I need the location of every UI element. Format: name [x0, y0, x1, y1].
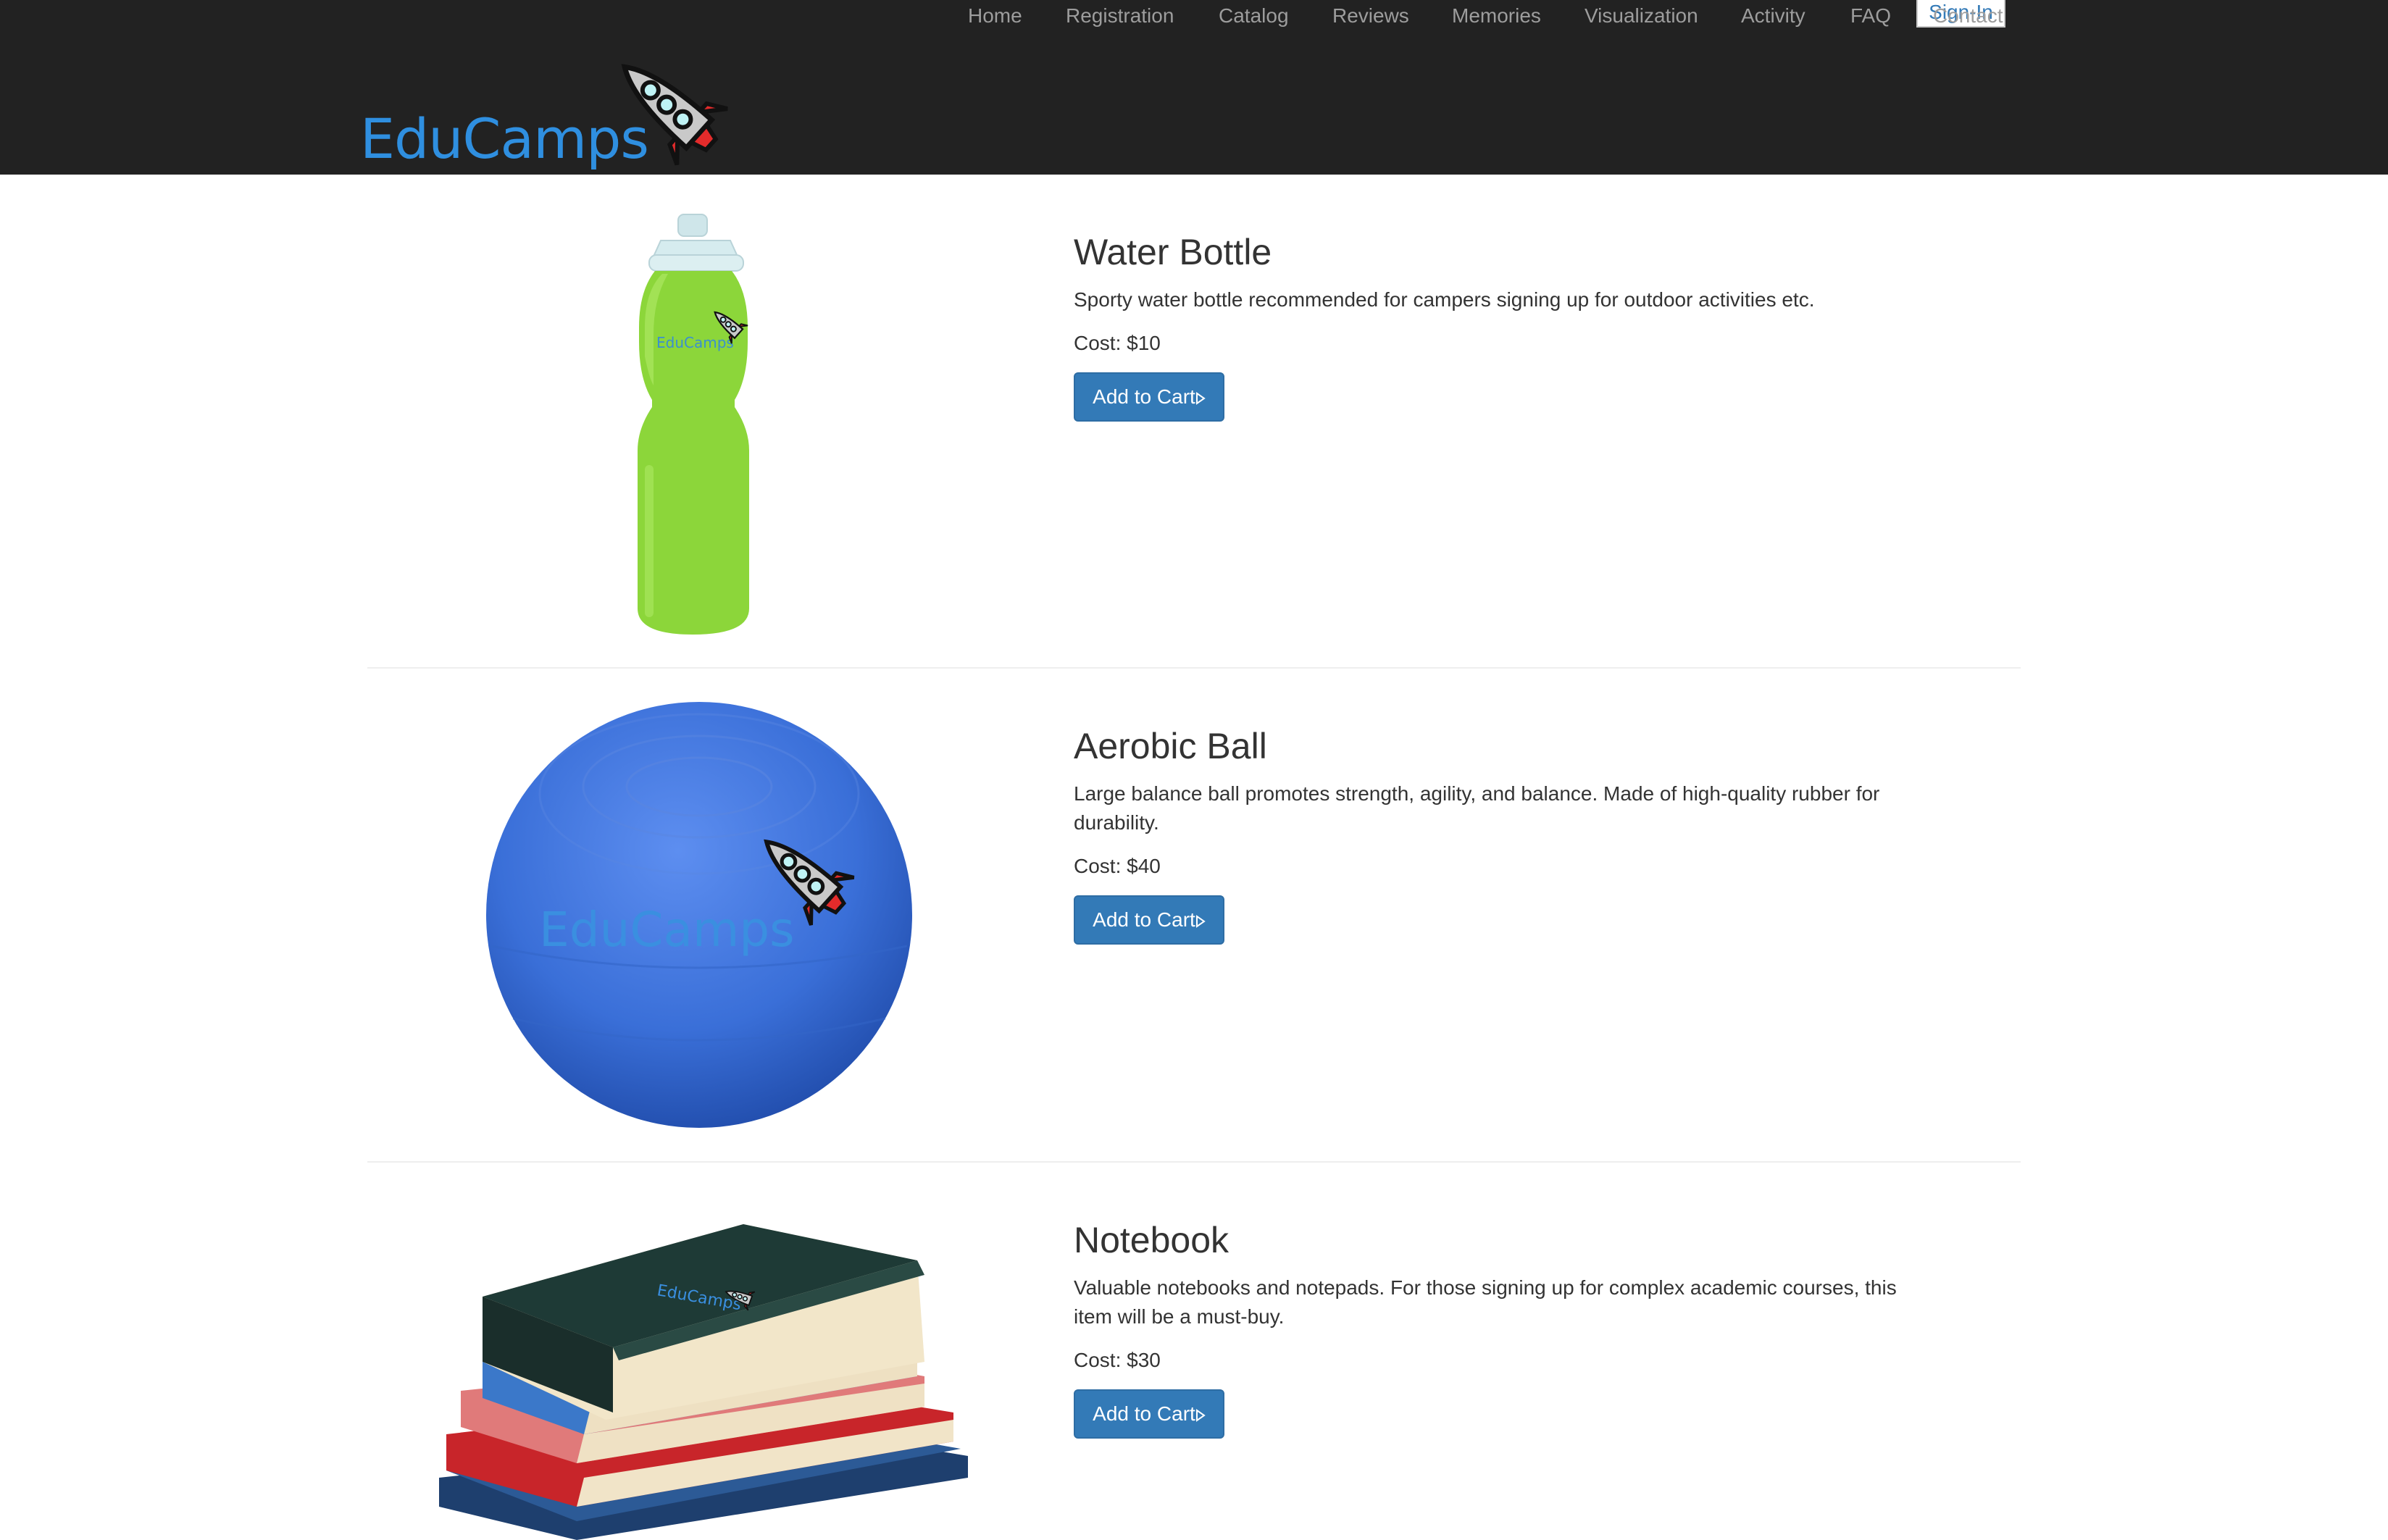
- divider: [367, 1161, 2021, 1163]
- product-cost: Cost: $40: [1074, 855, 1161, 877]
- caret-right-icon: [1195, 915, 1206, 928]
- product-cost: Cost: $30: [1074, 1349, 1161, 1371]
- product-description: Large balance ball promotes strength, ag…: [1074, 782, 1880, 834]
- rocket-icon: [621, 64, 728, 166]
- navbar: Sign-In EduCamps Home Registration Catal…: [0, 0, 2388, 175]
- notebook-image: EduCamps: [439, 1224, 968, 1540]
- ball-logo-text: EduCamps: [539, 902, 795, 958]
- nav-reviews[interactable]: Reviews: [1332, 0, 1409, 32]
- product-title: Aerobic Ball: [1074, 726, 1267, 766]
- add-to-cart-button[interactable]: Add to Cart: [1074, 372, 1224, 422]
- water-bottle-image: EduCamps: [638, 214, 749, 635]
- product-title: Water Bottle: [1074, 232, 1272, 272]
- caret-right-icon: [1195, 392, 1206, 405]
- add-to-cart-label: Add to Cart: [1093, 385, 1195, 408]
- caret-right-icon: [1195, 1409, 1206, 1422]
- add-to-cart-button[interactable]: Add to Cart: [1074, 895, 1224, 945]
- bottle-logo-text: EduCamps: [656, 334, 734, 351]
- nav-registration[interactable]: Registration: [1066, 0, 1174, 32]
- nav-faq[interactable]: FAQ: [1850, 0, 1891, 32]
- product-title: Notebook: [1074, 1220, 1230, 1260]
- nav-contact[interactable]: Contact: [1933, 0, 2003, 32]
- nav-home[interactable]: Home: [968, 0, 1022, 32]
- nav-memories[interactable]: Memories: [1452, 0, 1541, 32]
- product-description: Sporty water bottle recommended for camp…: [1074, 288, 1815, 311]
- product-description: Valuable notebooks and notepads. For tho…: [1074, 1276, 1897, 1328]
- divider: [367, 667, 2021, 669]
- add-to-cart-button[interactable]: Add to Cart: [1074, 1389, 1224, 1439]
- aerobic-ball-image: EduCamps: [486, 702, 912, 1128]
- nav-activity[interactable]: Activity: [1741, 0, 1805, 32]
- nav-visualization[interactable]: Visualization: [1585, 0, 1698, 32]
- nav-catalog[interactable]: Catalog: [1219, 0, 1289, 32]
- product-cost: Cost: $10: [1074, 332, 1161, 354]
- add-to-cart-label: Add to Cart: [1093, 1402, 1195, 1425]
- add-to-cart-label: Add to Cart: [1093, 908, 1195, 931]
- brand-logo[interactable]: EduCamps: [360, 51, 755, 174]
